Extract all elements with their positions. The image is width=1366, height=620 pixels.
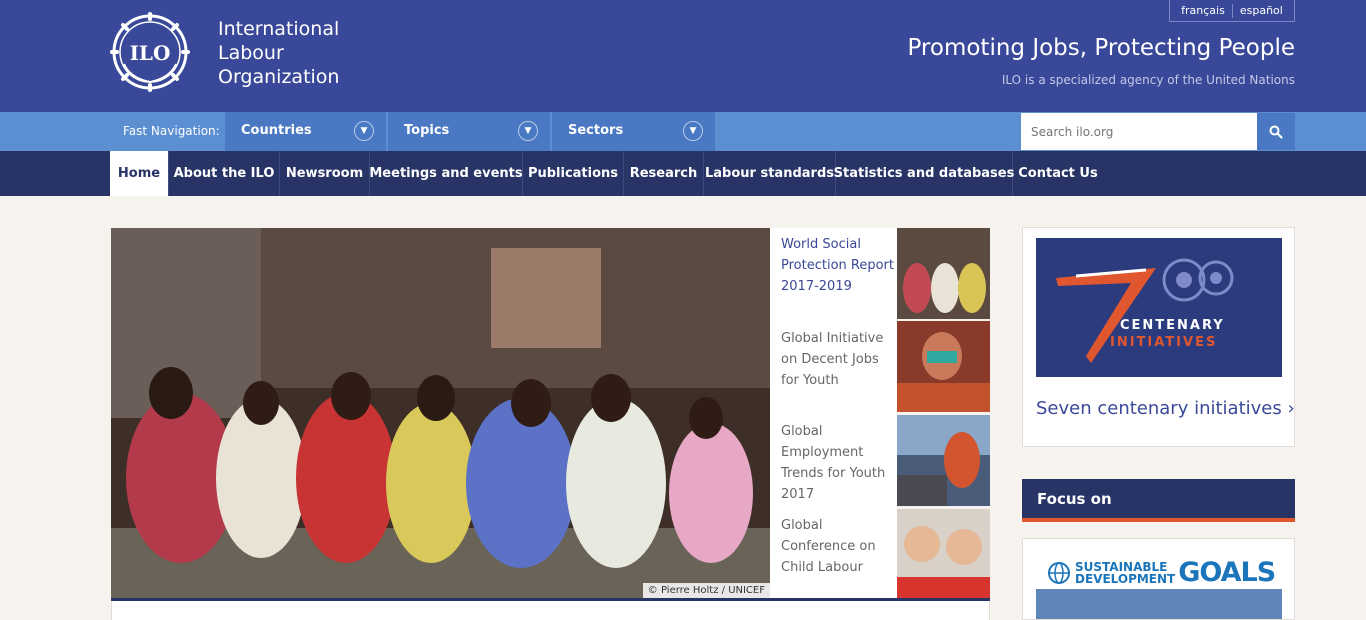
nav-publications[interactable]: Publications (523, 151, 624, 196)
thumbnail-decent-jobs[interactable] (897, 321, 990, 412)
sdg-small-line-2: DEVELOPMENT (1075, 571, 1176, 586)
chevron-right-icon: › (1287, 398, 1295, 419)
centenary-card: CENTENARY INITIATIVES Seven centenary in… (1022, 227, 1295, 447)
hero-thumbnails (897, 228, 990, 598)
site-header: ILO International Labour Organization fr… (0, 0, 1366, 112)
sdg-logo: SUSTAINABLE DEVELOPMENT GOALS (1047, 557, 1276, 588)
sdg-small-line-1: SUSTAINABLE (1075, 559, 1168, 574)
main-navigation: Home About the ILO Newsroom Meetings and… (0, 151, 1366, 196)
story-link-decent-jobs[interactable]: Global Initiative on Decent Jobs for You… (781, 328, 896, 391)
nav-research[interactable]: Research (624, 151, 704, 196)
nav-about[interactable]: About the ILO (169, 151, 280, 196)
thumbnail-social-protection[interactable] (897, 228, 990, 319)
thumbnail-employment-trends[interactable] (897, 415, 990, 506)
logo-line-1: International (218, 18, 340, 40)
search-input[interactable] (1021, 113, 1257, 150)
ilo-logo[interactable]: ILO International Labour Organization (110, 12, 350, 92)
fast-nav-countries[interactable]: Countries ▼ (225, 112, 386, 151)
centenary-graphic: CENTENARY INITIATIVES (1036, 238, 1282, 377)
focus-on-header: Focus on (1022, 479, 1295, 522)
content-panel (111, 601, 990, 620)
sdg-card[interactable]: SUSTAINABLE DEVELOPMENT GOALS (1022, 538, 1295, 620)
sdg-subtitle: SUSTAINABLE DEVELOPMENT (1075, 561, 1175, 585)
logo-line-2: Labour (218, 42, 284, 64)
nav-newsroom[interactable]: Newsroom (280, 151, 370, 196)
search-icon (1269, 125, 1283, 139)
chevron-down-icon[interactable]: ▼ (354, 121, 374, 141)
lang-spanish-link[interactable]: español (1233, 4, 1290, 17)
fast-nav-label: Fast Navigation: (123, 124, 220, 138)
ilo-emblem-icon: ILO (110, 12, 190, 92)
hero-photo-illustration (111, 228, 770, 598)
un-globe-icon (1048, 561, 1070, 584)
subtagline: ILO is a specialized agency of the Unite… (1001, 73, 1295, 87)
logo-line-3: Organization (218, 66, 340, 88)
fast-nav-topics-label: Topics (404, 123, 450, 138)
centenary-link-label: Seven centenary initiatives (1036, 398, 1282, 419)
story-link-child-labour[interactable]: Global Conference on Child Labour (781, 515, 896, 578)
chevron-down-icon[interactable]: ▼ (683, 121, 703, 141)
fast-nav-topics[interactable]: Topics ▼ (388, 112, 550, 151)
chevron-down-icon[interactable]: ▼ (518, 121, 538, 141)
tagline: Promoting Jobs, Protecting People (907, 35, 1295, 61)
language-switcher: français español (1169, 0, 1295, 22)
fast-nav-sectors[interactable]: Sectors ▼ (552, 112, 715, 151)
story-link-social-protection[interactable]: World Social Protection Report 2017-2019 (781, 234, 896, 297)
photo-credit: © Pierre Holtz / UNICEF (642, 583, 770, 598)
fast-nav-sectors-label: Sectors (568, 123, 624, 138)
thumbnail-child-labour[interactable] (897, 509, 990, 600)
thumbnail-image (897, 415, 990, 506)
thumbnail-image (897, 509, 990, 598)
nav-meetings[interactable]: Meetings and events (369, 151, 523, 196)
centenary-banner[interactable]: CENTENARY INITIATIVES (1036, 238, 1282, 377)
nav-home[interactable]: Home (110, 151, 169, 196)
fast-nav-countries-label: Countries (241, 123, 312, 138)
story-link-employment-trends[interactable]: Global Employment Trends for Youth 2017 (781, 421, 896, 505)
sdg-goals-text: GOALS (1178, 557, 1276, 588)
centenary-line1: CENTENARY (1120, 318, 1225, 333)
nav-statistics[interactable]: Statistics and databases (834, 151, 1014, 196)
hero-image[interactable]: © Pierre Holtz / UNICEF (111, 228, 770, 598)
lang-french-link[interactable]: français (1174, 4, 1232, 17)
hero-story-list: World Social Protection Report 2017-2019… (770, 228, 897, 598)
sdg-image (1036, 589, 1282, 619)
emblem-text: ILO (130, 41, 171, 65)
centenary-line2: INITIATIVES (1110, 335, 1217, 350)
search-button[interactable] (1257, 113, 1295, 150)
centenary-link[interactable]: Seven centenary initiatives › (1036, 398, 1295, 419)
logo-wordmark: International Labour Organization (218, 17, 339, 89)
nav-labour-standards[interactable]: Labour standards (704, 151, 836, 196)
thumbnail-image (897, 228, 990, 319)
nav-contact[interactable]: Contact Us (1013, 151, 1103, 196)
thumbnail-image (897, 321, 990, 412)
